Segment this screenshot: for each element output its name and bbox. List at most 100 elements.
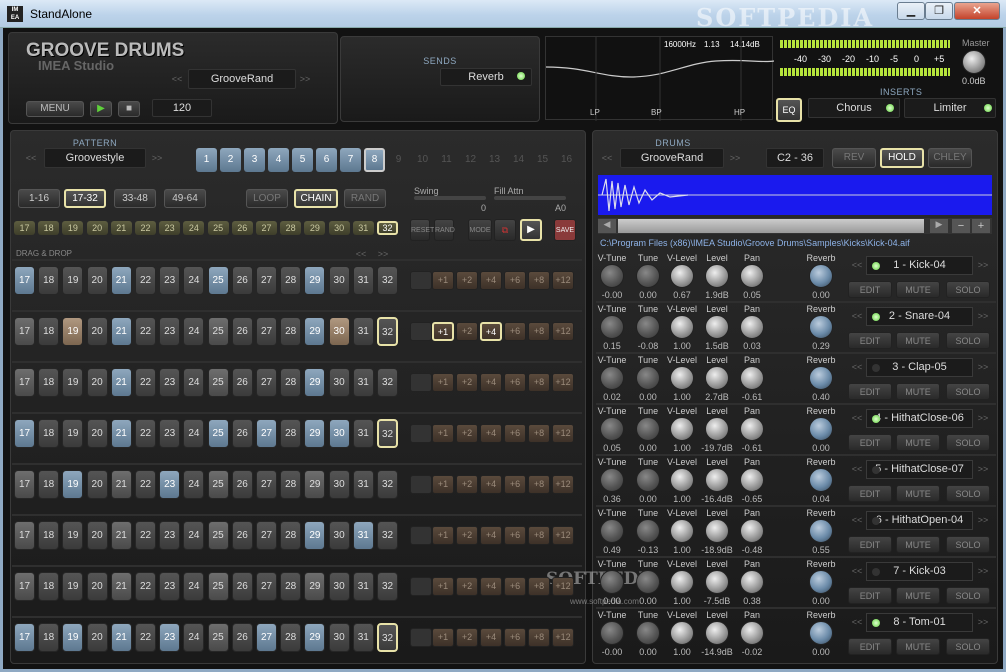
step-button[interactable]: 22 (135, 317, 156, 346)
instrument-name[interactable]: 8 - Tom-01 (866, 613, 973, 632)
step-button[interactable]: 26 (231, 419, 253, 448)
pattern-slot-4[interactable]: 4 (268, 148, 289, 172)
preset-display[interactable]: GrooveRand (188, 69, 296, 89)
repeat-plus8[interactable]: +8 (528, 373, 550, 392)
step-button[interactable]: 22 (135, 470, 156, 499)
knob-vtune[interactable] (600, 621, 624, 645)
knob-vlevel[interactable] (670, 366, 694, 390)
pattern-slot-11[interactable]: 11 (436, 148, 457, 172)
edit-button[interactable]: EDIT (848, 638, 892, 655)
edit-button[interactable]: EDIT (848, 485, 892, 502)
edit-button[interactable]: EDIT (848, 383, 892, 400)
mute-button[interactable]: MUTE (896, 281, 940, 298)
step-button[interactable]: 17 (14, 470, 35, 499)
mute-button[interactable]: MUTE (896, 383, 940, 400)
knob-vtune[interactable] (600, 315, 624, 339)
step-button[interactable]: 18 (38, 419, 60, 448)
step-button[interactable]: 21 (110, 368, 132, 397)
pattern-slot-9[interactable]: 9 (388, 148, 409, 172)
repeat-plus1[interactable]: +1 (432, 628, 454, 647)
stop-button[interactable]: ■ (118, 101, 140, 117)
knob-vtune[interactable] (600, 366, 624, 390)
repeat-plus12[interactable]: +12 (552, 322, 574, 341)
repeat-plus2[interactable]: +2 (456, 271, 478, 290)
steps-next[interactable]: >> (376, 249, 390, 259)
step-button[interactable]: 25 (207, 470, 229, 499)
repeat-plus12[interactable]: +12 (552, 373, 574, 392)
mode-icon[interactable]: ⧉ (494, 219, 516, 241)
step-button[interactable]: 25 (207, 368, 229, 397)
step-button[interactable]: 23 (159, 521, 181, 550)
small-step-29[interactable]: 29 (304, 221, 326, 235)
step-button[interactable]: 23 (159, 368, 181, 397)
scroll-thumb[interactable] (618, 219, 924, 233)
step-button[interactable]: 30 (328, 419, 350, 448)
step-button[interactable]: 18 (38, 317, 60, 346)
step-button[interactable]: 19 (62, 317, 84, 346)
pattern-name[interactable]: Groovestyle (44, 148, 146, 168)
mode-button[interactable]: MODE (468, 219, 492, 241)
step-button[interactable]: 31 (352, 521, 374, 550)
inst-prev[interactable]: << (850, 260, 864, 270)
step-button[interactable]: 28 (280, 470, 302, 499)
kit-next[interactable]: >> (728, 153, 742, 163)
knob-pan[interactable] (740, 366, 764, 390)
step-button[interactable]: 30 (328, 623, 350, 652)
loop-button[interactable]: LOOP (246, 189, 288, 208)
step-button[interactable]: 21 (110, 521, 132, 550)
inst-prev[interactable]: << (850, 617, 864, 627)
inst-next[interactable]: >> (976, 464, 990, 474)
inst-next[interactable]: >> (976, 311, 990, 321)
step-button[interactable]: 24 (183, 623, 205, 652)
pattern-next[interactable]: >> (150, 153, 164, 163)
pattern-slot-15[interactable]: 15 (532, 148, 553, 172)
maximize-button[interactable]: ❐ (925, 2, 953, 20)
step-button[interactable]: 19 (62, 623, 84, 652)
inst-next[interactable]: >> (976, 260, 990, 270)
step-button[interactable]: 32 (377, 572, 398, 601)
step-button[interactable]: 26 (231, 572, 253, 601)
tempo-display[interactable]: 120 (152, 99, 212, 117)
row-blank-button[interactable] (410, 577, 432, 596)
kit-prev[interactable]: << (600, 153, 614, 163)
step-button[interactable]: 30 (328, 317, 350, 346)
knob-reverb[interactable] (809, 621, 833, 645)
step-button[interactable]: 20 (86, 572, 108, 601)
row-blank-button[interactable] (410, 373, 432, 392)
knob-reverb[interactable] (809, 264, 833, 288)
solo-button[interactable]: SOLO (946, 332, 990, 349)
knob-vlevel[interactable] (670, 315, 694, 339)
preset-next-button[interactable]: >> (298, 74, 312, 84)
step-button[interactable]: 32 (377, 419, 398, 448)
eq-button[interactable]: EQ (776, 98, 802, 122)
knob-reverb[interactable] (809, 366, 833, 390)
step-button[interactable]: 27 (256, 521, 277, 550)
solo-button[interactable]: SOLO (946, 587, 990, 604)
repeat-plus6[interactable]: +6 (504, 424, 526, 443)
step-button[interactable]: 27 (256, 368, 277, 397)
knob-vlevel[interactable] (670, 570, 694, 594)
rand-small-button[interactable]: RAND (434, 219, 455, 241)
step-button[interactable]: 17 (14, 368, 35, 397)
pattern-slot-16[interactable]: 16 (556, 148, 577, 172)
row-blank-button[interactable] (410, 526, 432, 545)
inst-prev[interactable]: << (850, 515, 864, 525)
step-button[interactable]: 22 (135, 419, 156, 448)
small-step-22[interactable]: 22 (135, 221, 156, 235)
knob-vlevel[interactable] (670, 519, 694, 543)
step-button[interactable]: 29 (304, 266, 326, 295)
repeat-plus6[interactable]: +6 (504, 373, 526, 392)
step-button[interactable]: 23 (159, 470, 181, 499)
step-button[interactable]: 26 (231, 470, 253, 499)
knob-pan[interactable] (740, 468, 764, 492)
knob-tune[interactable] (636, 366, 660, 390)
minimize-button[interactable]: ▁ (897, 2, 925, 20)
inst-next[interactable]: >> (976, 617, 990, 627)
instrument-name[interactable]: 5 - HithatClose-07 (866, 460, 973, 479)
repeat-plus2[interactable]: +2 (456, 424, 478, 443)
repeat-plus2[interactable]: +2 (456, 373, 478, 392)
repeat-plus8[interactable]: +8 (528, 475, 550, 494)
mute-button[interactable]: MUTE (896, 485, 940, 502)
repeat-plus8[interactable]: +8 (528, 271, 550, 290)
repeat-plus8[interactable]: +8 (528, 577, 550, 596)
